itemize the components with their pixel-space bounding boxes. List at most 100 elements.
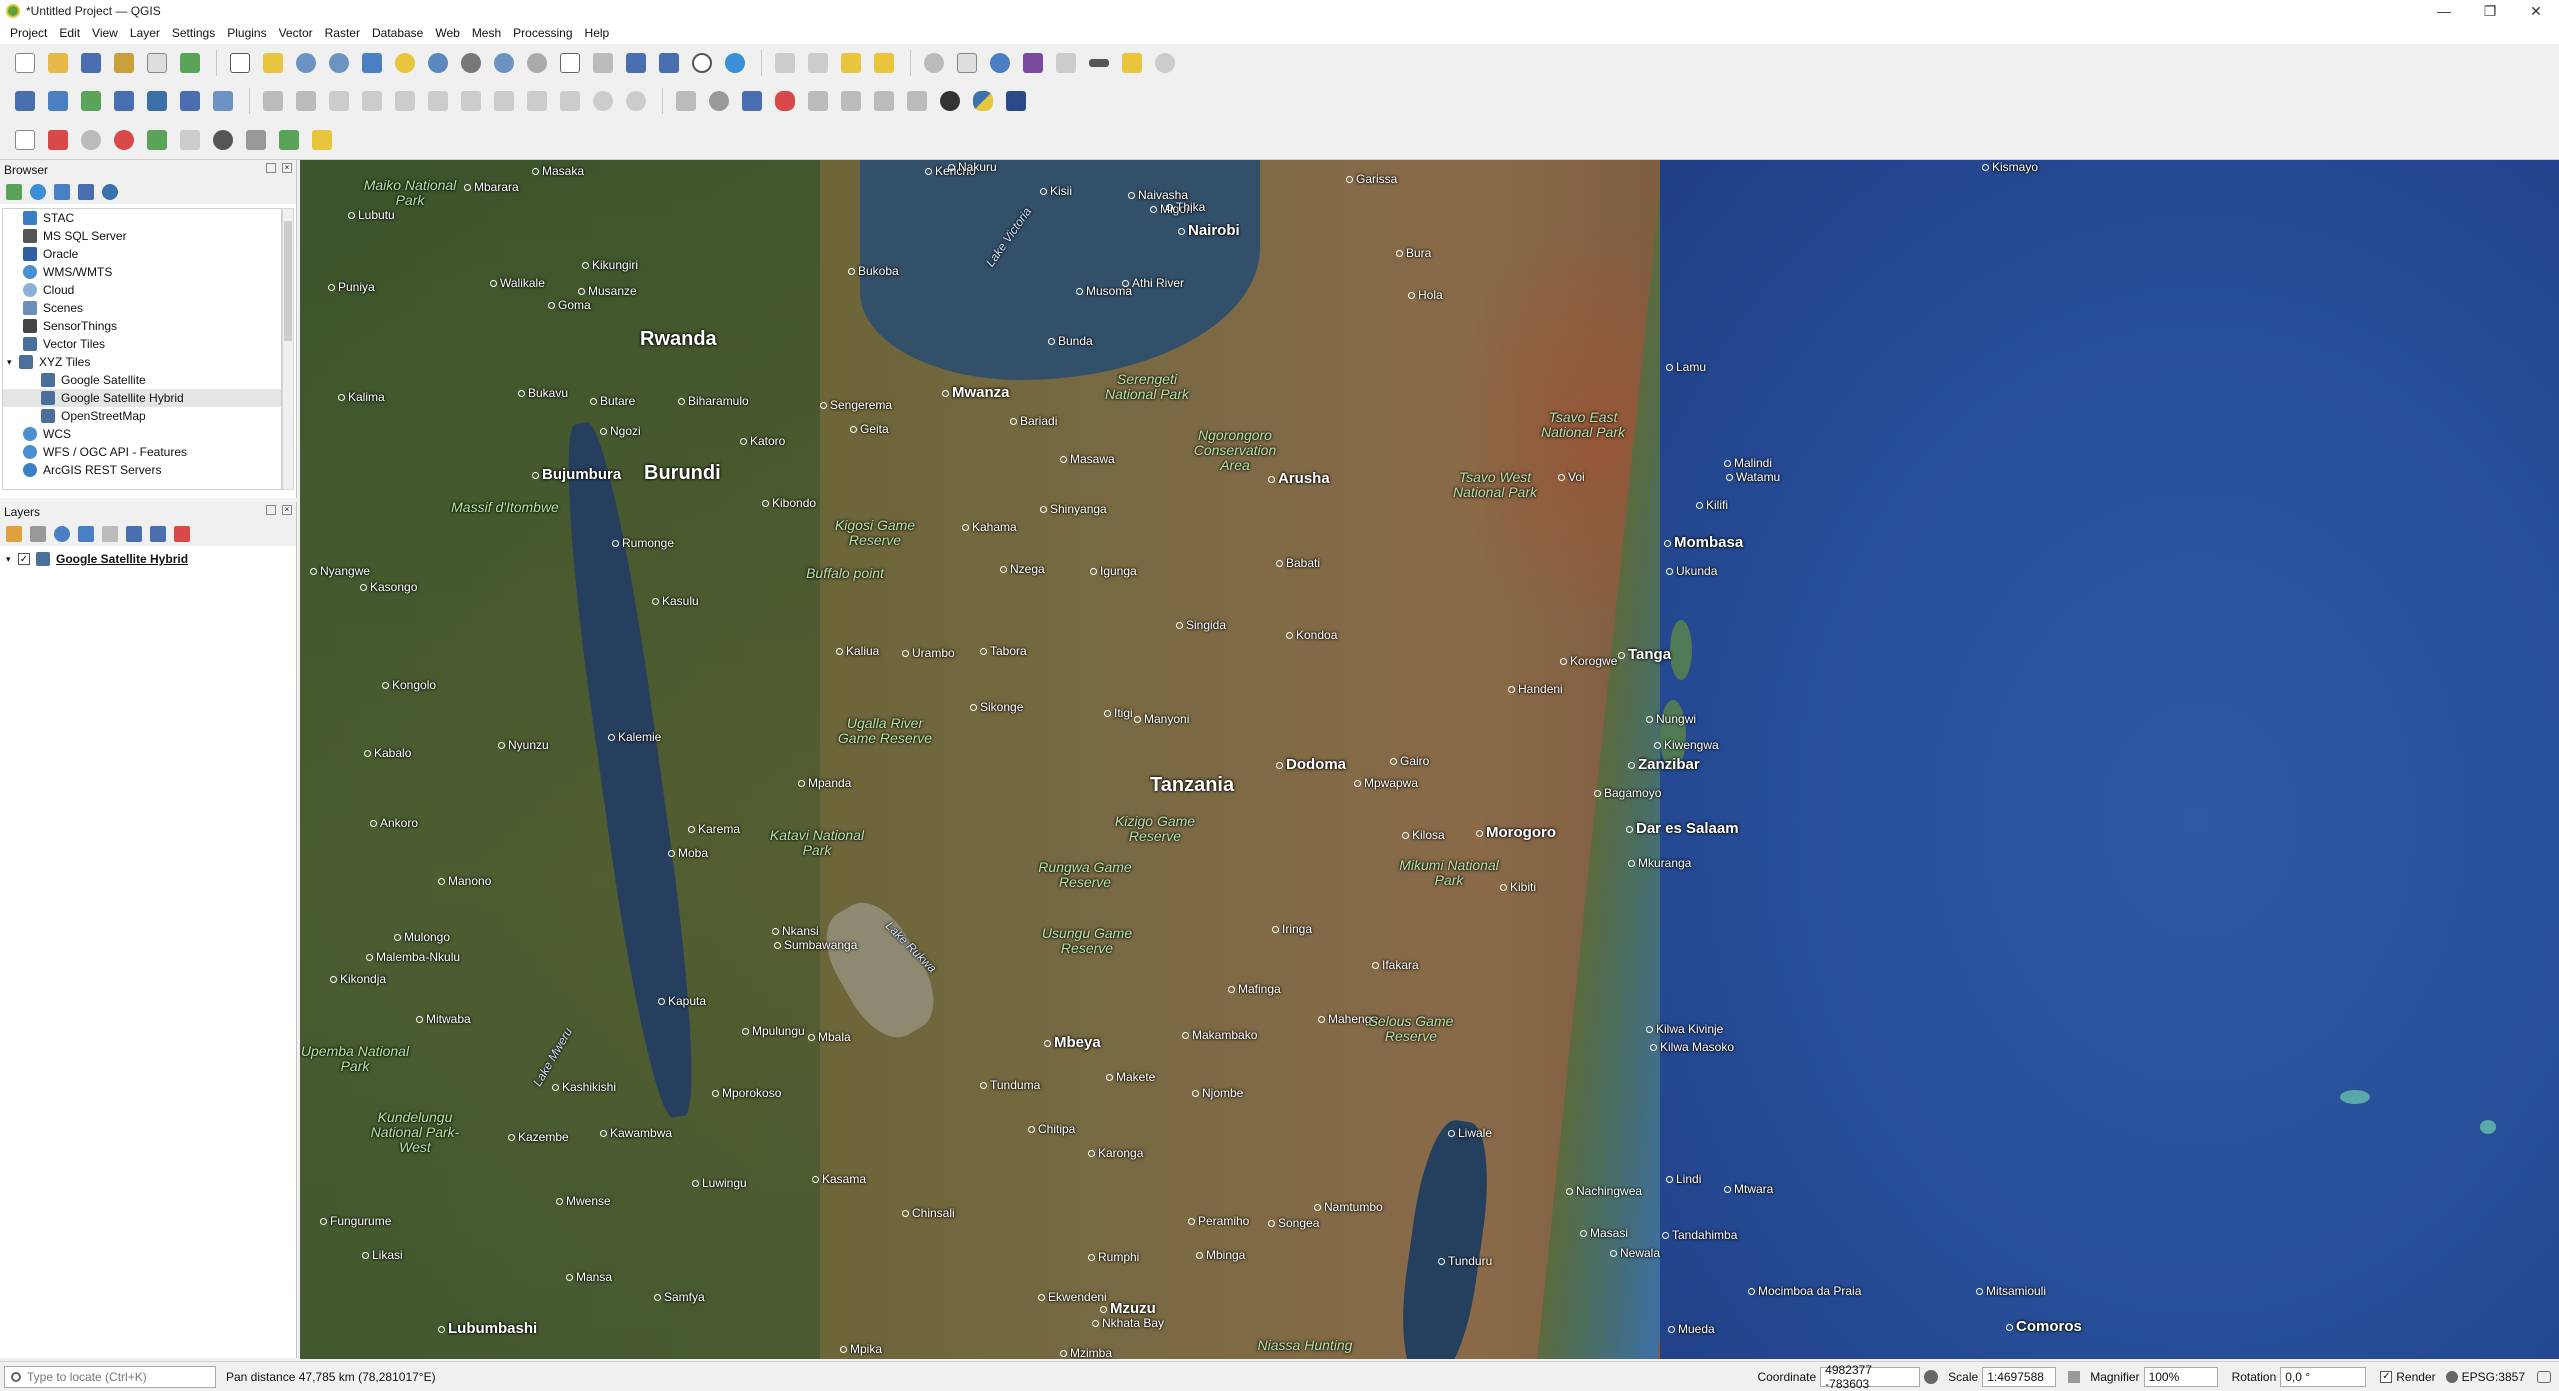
- delete-selected-icon[interactable]: [456, 86, 486, 116]
- browser-item-vector-tiles[interactable]: Vector Tiles: [3, 335, 281, 353]
- browser-item-cloud[interactable]: Cloud: [3, 281, 281, 299]
- filter-icon[interactable]: [54, 184, 70, 200]
- toolbox-icon[interactable]: [985, 48, 1015, 78]
- zoom-selection-icon[interactable]: [390, 48, 420, 78]
- open-project-icon[interactable]: [43, 48, 73, 78]
- paste-features-icon[interactable]: [555, 86, 585, 116]
- new-scratch-layer-icon[interactable]: [142, 86, 172, 116]
- menu-web[interactable]: Web: [429, 26, 465, 40]
- remove-layer-icon[interactable]: [174, 526, 190, 542]
- zoom-out-icon[interactable]: [324, 48, 354, 78]
- new-virtual-layer-icon[interactable]: [175, 86, 205, 116]
- close-button[interactable]: ✕: [2513, 0, 2559, 22]
- close-panel-icon[interactable]: ×: [282, 163, 292, 173]
- browser-item-google-satellite[interactable]: Google Satellite: [3, 371, 281, 389]
- browser-scrollbar[interactable]: [282, 208, 294, 490]
- help-icon[interactable]: [1001, 86, 1031, 116]
- grid-tool-icon[interactable]: [142, 125, 172, 155]
- scale-field[interactable]: 1:4697588: [1982, 1366, 2057, 1387]
- refresh-icon[interactable]: [720, 48, 750, 78]
- float-panel-icon[interactable]: [266, 505, 276, 515]
- menu-processing[interactable]: Processing: [507, 26, 578, 40]
- add-group-icon[interactable]: [30, 526, 46, 542]
- wrench-icon[interactable]: [241, 125, 271, 155]
- new-map-view-icon[interactable]: [555, 48, 585, 78]
- zoom-next-icon[interactable]: [522, 48, 552, 78]
- show-hide-labels-icon[interactable]: [770, 86, 800, 116]
- coordinate-field[interactable]: 4982377 -783603: [1820, 1363, 1921, 1391]
- save-edits-icon[interactable]: [324, 86, 354, 116]
- save-as-icon[interactable]: [109, 48, 139, 78]
- new-shapefile-icon[interactable]: [76, 86, 106, 116]
- select-features-icon[interactable]: [770, 48, 800, 78]
- menu-settings[interactable]: Settings: [166, 26, 221, 40]
- filter-legend-icon[interactable]: [78, 526, 94, 542]
- browser-item-wcs[interactable]: WCS: [3, 425, 281, 443]
- modify-attributes-icon[interactable]: [423, 86, 453, 116]
- data-source-manager-icon[interactable]: [10, 86, 40, 116]
- render-checkbox[interactable]: ✓: [2380, 1370, 2393, 1383]
- crs-capture-icon[interactable]: [10, 125, 40, 155]
- copy-features-icon[interactable]: [522, 86, 552, 116]
- add-selected-layer-icon[interactable]: [6, 184, 22, 200]
- menu-database[interactable]: Database: [366, 26, 429, 40]
- pin-labels-icon[interactable]: [737, 86, 767, 116]
- select-by-value-icon[interactable]: [803, 48, 833, 78]
- manage-visibility-icon[interactable]: [54, 526, 70, 542]
- identify-icon[interactable]: [919, 48, 949, 78]
- expand-arrow-icon[interactable]: ▾: [7, 357, 19, 368]
- qgis-search-icon[interactable]: [274, 125, 304, 155]
- refresh-icon[interactable]: [30, 184, 46, 200]
- close-panel-icon[interactable]: ×: [282, 505, 292, 515]
- collapse-all-icon[interactable]: [78, 184, 94, 200]
- redo-icon[interactable]: [621, 86, 651, 116]
- browser-item-arcgis[interactable]: ArcGIS REST Servers: [3, 461, 281, 479]
- filter-expression-icon[interactable]: [102, 526, 118, 542]
- statistics-icon[interactable]: [1018, 48, 1048, 78]
- current-edits-icon[interactable]: [258, 86, 288, 116]
- deselect-icon[interactable]: [836, 48, 866, 78]
- processing-icon[interactable]: [935, 86, 965, 116]
- pan-map-icon[interactable]: [225, 48, 255, 78]
- python-console-icon[interactable]: [968, 86, 998, 116]
- zoom-last-icon[interactable]: [489, 48, 519, 78]
- zoom-full-icon[interactable]: [357, 48, 387, 78]
- info-icon[interactable]: [102, 184, 118, 200]
- measure-icon[interactable]: [1084, 48, 1114, 78]
- label-properties-icon[interactable]: [902, 86, 932, 116]
- browser-item-scenes[interactable]: Scenes: [3, 299, 281, 317]
- zoom-native-icon[interactable]: [456, 48, 486, 78]
- open-table-icon[interactable]: [1051, 48, 1081, 78]
- zoom-pixel-icon[interactable]: [109, 125, 139, 155]
- browser-item-sensorthings[interactable]: SensorThings: [3, 317, 281, 335]
- toggle-editing-icon[interactable]: [291, 86, 321, 116]
- label-tool-icon[interactable]: [671, 86, 701, 116]
- digitize-icon[interactable]: [357, 86, 387, 116]
- toggle-extents-icon[interactable]: [1924, 1369, 1939, 1384]
- attribute-table-icon[interactable]: [952, 48, 982, 78]
- expand-all-icon[interactable]: [126, 526, 142, 542]
- browser-item-wms[interactable]: WMS/WMTS: [3, 263, 281, 281]
- save-project-icon[interactable]: [76, 48, 106, 78]
- locator-search[interactable]: Type to locate (Ctrl+K): [4, 1365, 216, 1388]
- browser-item-wfs[interactable]: WFS / OGC API - Features: [3, 443, 281, 461]
- browser-item-mssql[interactable]: MS SQL Server: [3, 227, 281, 245]
- globe-icon[interactable]: [208, 125, 238, 155]
- float-panel-icon[interactable]: [266, 163, 276, 173]
- vertex-tool-icon[interactable]: [390, 86, 420, 116]
- plugin-reloader-icon[interactable]: [307, 125, 337, 155]
- menu-raster[interactable]: Raster: [319, 26, 366, 40]
- select-location-icon[interactable]: [869, 48, 899, 78]
- layer-styling-icon[interactable]: [6, 526, 22, 542]
- show-bookmarks-icon[interactable]: [654, 48, 684, 78]
- geocode-icon[interactable]: [175, 125, 205, 155]
- change-label-icon[interactable]: [869, 86, 899, 116]
- menu-help[interactable]: Help: [579, 26, 616, 40]
- crs-label[interactable]: EPSG:3857: [2462, 1370, 2525, 1384]
- move-label-icon[interactable]: [803, 86, 833, 116]
- add-vector-icon[interactable]: [208, 86, 238, 116]
- layer-google-satellite-hybrid[interactable]: ▾ ✓ Google Satellite Hybrid: [2, 550, 294, 568]
- browser-item-stac[interactable]: STAC: [3, 209, 281, 227]
- new-geopackage-icon[interactable]: [43, 86, 73, 116]
- expand-arrow-icon[interactable]: ▾: [6, 554, 18, 565]
